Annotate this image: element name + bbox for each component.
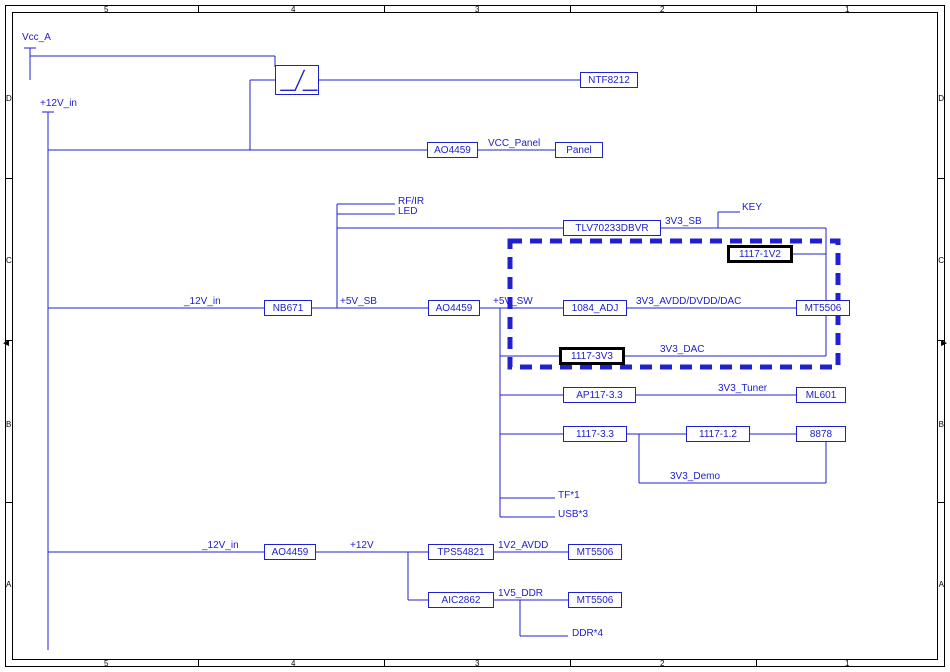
grid-col-5: 5	[104, 5, 108, 14]
grid-row-a: A	[6, 580, 11, 589]
tick	[570, 5, 571, 12]
schematic-canvas: 5 4 3 2 1 5 4 3 2 1 D C B A D C B A ◄ ►	[0, 0, 950, 672]
grid-col-5b: 5	[104, 659, 108, 668]
block-1117-1v2: 1117-1V2	[727, 245, 793, 263]
grid-row-br: B	[939, 420, 944, 429]
net-avdd-dvdd-dac: 3V3_AVDD/DVDD/DAC	[636, 296, 741, 307]
block-nb671: NB671	[264, 300, 312, 316]
net-12vin-b: _12V_in	[202, 540, 239, 551]
tick	[198, 5, 199, 12]
grid-row-d: D	[6, 94, 12, 103]
block-ml601: ML601	[796, 387, 846, 403]
net-3v3-sb: 3V3_SB	[665, 216, 702, 227]
tick	[756, 660, 757, 667]
block-ao4459-b: AO4459	[428, 300, 480, 316]
tick	[384, 660, 385, 667]
net-5v-sw: +5V_SW	[493, 296, 533, 307]
tick	[5, 502, 12, 503]
block-ao4459-c: AO4459	[264, 544, 316, 560]
port-12v-in: +12V_in	[40, 98, 77, 109]
grid-row-dr: D	[938, 94, 944, 103]
grid-col-4b: 4	[291, 659, 295, 668]
block-ap117: AP117-3.3	[563, 387, 636, 403]
net-5v-sb: +5V_SB	[340, 296, 377, 307]
relay-symbol	[275, 65, 319, 95]
net-3v3-dac: 3V3_DAC	[660, 344, 704, 355]
block-tlv: TLV70233DBVR	[563, 220, 661, 236]
net-usb3: USB*3	[558, 509, 588, 520]
tick	[938, 178, 945, 179]
block-aic2862: AIC2862	[428, 592, 494, 608]
net-ddr4: DDR*4	[572, 628, 603, 639]
grid-row-c: C	[6, 256, 12, 265]
net-1v2-avdd: 1V2_AVDD	[498, 540, 548, 551]
block-1117-3v3: 1117-3V3	[559, 347, 625, 365]
block-8878: 8878	[796, 426, 846, 442]
block-1117-1-2: 1117-1.2	[686, 426, 750, 442]
grid-col-3: 3	[475, 5, 479, 14]
grid-row-ar: A	[939, 580, 944, 589]
net-12vin-a: _12V_in	[184, 296, 221, 307]
grid-col-3b: 3	[475, 659, 479, 668]
frame-inner	[12, 12, 938, 660]
arrow-right: ►	[939, 338, 949, 349]
port-vcc-a: Vcc_A	[22, 32, 51, 43]
block-mt5506-c: MT5506	[568, 592, 622, 608]
grid-col-2: 2	[660, 5, 664, 14]
tick	[570, 660, 571, 667]
tick	[938, 502, 945, 503]
net-1v5-ddr: 1V5_DDR	[498, 588, 543, 599]
grid-col-2b: 2	[660, 659, 664, 668]
net-vcc-panel: VCC_Panel	[488, 138, 540, 149]
net-p12v: +12V	[350, 540, 374, 551]
tick	[5, 178, 12, 179]
net-3v3-demo: 3V3_Demo	[670, 471, 720, 482]
tick	[198, 660, 199, 667]
block-panel: Panel	[555, 142, 603, 158]
grid-col-1: 1	[845, 5, 849, 14]
arrow-left: ◄	[1, 338, 11, 349]
net-tf1: TF*1	[558, 490, 580, 501]
block-1084-adj: 1084_ADJ	[563, 300, 627, 316]
net-3v3-tuner: 3V3_Tuner	[718, 383, 767, 394]
block-1117-3-3: 1117-3.3	[563, 426, 627, 442]
tick	[384, 5, 385, 12]
block-ao4459-a: AO4459	[427, 142, 478, 158]
net-led: LED	[398, 206, 417, 217]
net-key: KEY	[742, 202, 762, 213]
tick	[756, 5, 757, 12]
grid-col-1b: 1	[845, 659, 849, 668]
grid-col-4: 4	[291, 5, 295, 14]
grid-row-cr: C	[938, 256, 944, 265]
block-mt5506-a: MT5506	[796, 300, 850, 316]
block-tps54821: TPS54821	[428, 544, 494, 560]
block-mt5506-b: MT5506	[568, 544, 622, 560]
grid-row-b: B	[6, 420, 11, 429]
block-ntf8212: NTF8212	[580, 72, 638, 88]
